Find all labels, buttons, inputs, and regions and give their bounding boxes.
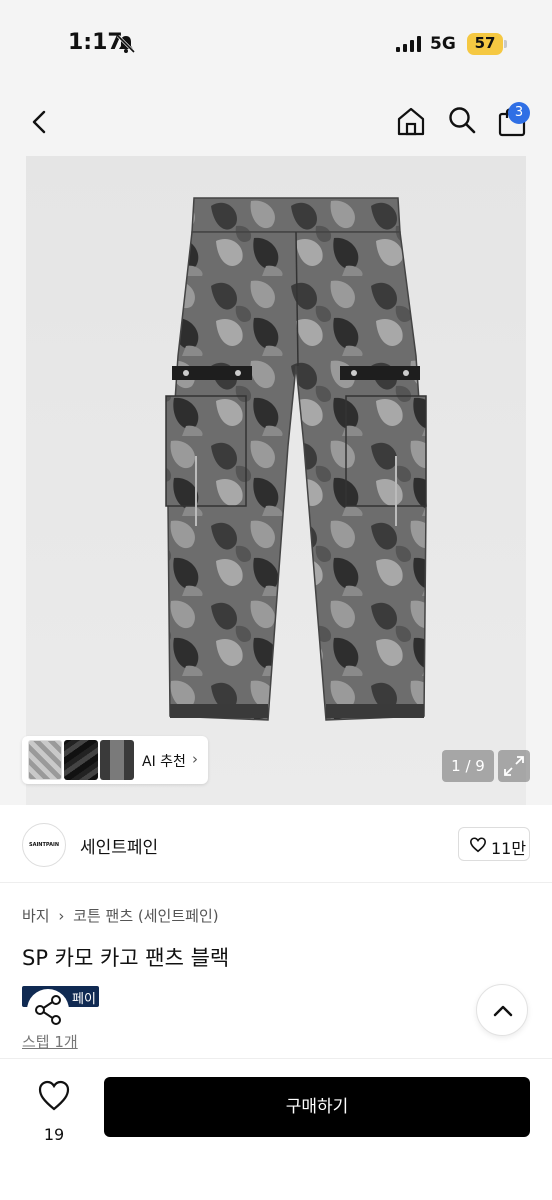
heart-icon	[38, 1080, 70, 1111]
expand-icon	[504, 756, 524, 776]
ai-thumbnail	[28, 740, 62, 780]
search-button[interactable]	[444, 102, 480, 138]
breadcrumb: 바지 › 코튼 팬츠 (세인트페인)	[22, 905, 223, 926]
breadcrumb-item[interactable]: 코튼 팬츠 (세인트페인)	[73, 907, 218, 925]
back-button[interactable]	[22, 104, 58, 140]
home-button[interactable]	[392, 102, 430, 140]
scroll-top-button[interactable]	[476, 984, 528, 1036]
search-icon	[449, 107, 476, 134]
network-type: 5G	[430, 34, 456, 54]
signal-icon	[396, 36, 421, 52]
chevron-right-icon: ›	[58, 907, 65, 925]
brand-row: SAINTPAIN 세인트페인 11만	[0, 805, 552, 883]
product-title: SP 카모 카고 팬츠 블랙	[22, 946, 230, 970]
ai-recommend-chip[interactable]: AI 추천 ›	[22, 736, 208, 784]
ai-thumbnail	[100, 740, 134, 780]
product-gallery[interactable]	[0, 156, 552, 805]
chevron-up-icon	[493, 1005, 513, 1017]
status-time: 1:17	[68, 30, 123, 55]
expand-image-button[interactable]	[498, 750, 530, 782]
share-button[interactable]	[20, 986, 78, 1034]
buy-button[interactable]: 구매하기	[104, 1077, 530, 1137]
bottom-action-bar: 19 구매하기	[0, 1058, 552, 1200]
breadcrumb-item[interactable]: 바지	[22, 907, 50, 925]
brand-name[interactable]: 세인트페인	[80, 833, 158, 858]
camo-cargo-pants-image	[165, 197, 427, 721]
home-icon	[397, 107, 425, 136]
wishlist-button[interactable]: 19	[24, 1075, 84, 1145]
ai-recommend-label: AI 추천	[142, 754, 186, 770]
image-page-indicator: 1 / 9	[442, 750, 494, 782]
brand-logo[interactable]: SAINTPAIN	[22, 823, 66, 867]
wishlist-count: 19	[43, 1125, 65, 1144]
battery-level: 57	[474, 34, 496, 52]
battery-icon: 57	[467, 33, 503, 55]
cart-count-badge: 3	[508, 102, 530, 124]
battery-cap	[504, 40, 507, 48]
bell-muted-icon	[116, 34, 136, 54]
product-image[interactable]	[26, 156, 526, 805]
brand-like-button[interactable]: 11만	[458, 827, 530, 861]
status-bar: 1:17 5G 57	[0, 0, 552, 90]
top-nav	[0, 90, 552, 156]
ai-thumbnail	[64, 740, 98, 780]
chevron-left-icon	[32, 110, 46, 134]
chevron-right-icon: ›	[192, 750, 198, 768]
heart-icon	[469, 837, 487, 853]
shipping-info[interactable]: 스텝 1개	[22, 1031, 78, 1052]
brand-like-count: 11만	[491, 839, 527, 858]
share-icon	[27, 989, 69, 1031]
